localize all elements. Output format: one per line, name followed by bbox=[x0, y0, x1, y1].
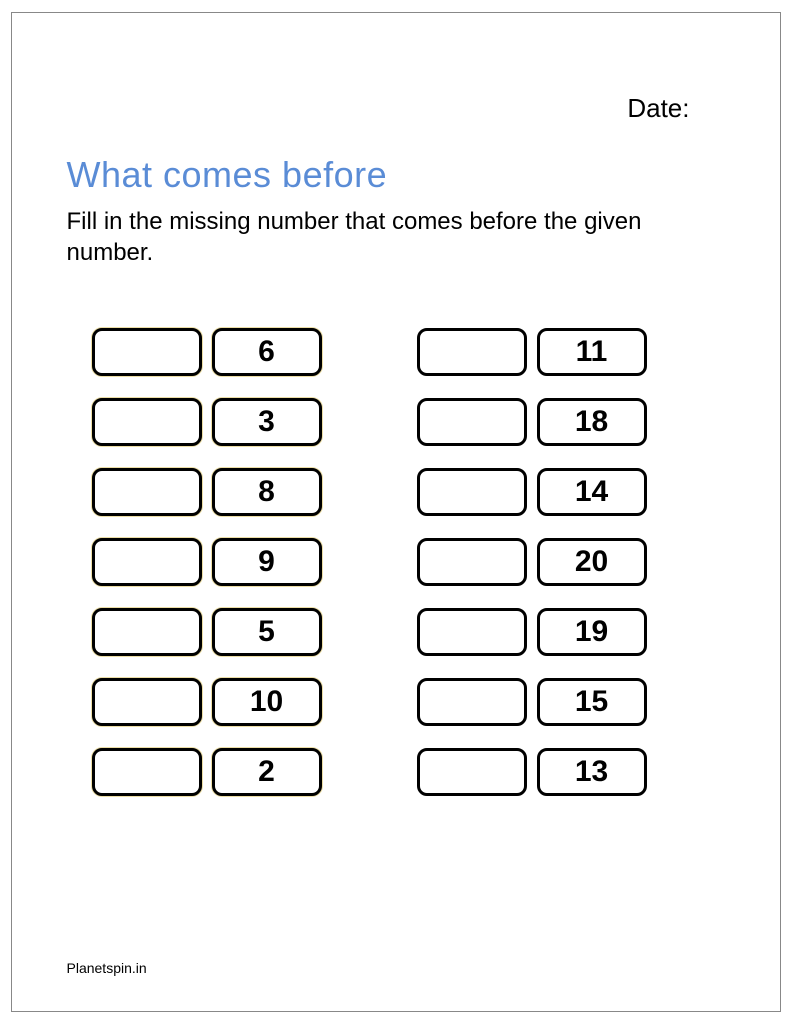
problem-columns: 6 3 8 9 5 10 2 bbox=[67, 328, 725, 796]
page-title: What comes before bbox=[67, 154, 725, 196]
blank-box[interactable] bbox=[417, 748, 527, 796]
blank-box[interactable] bbox=[417, 538, 527, 586]
given-number-box: 10 bbox=[212, 678, 322, 726]
problem-row: 14 bbox=[417, 468, 647, 516]
given-number-box: 14 bbox=[537, 468, 647, 516]
blank-box[interactable] bbox=[92, 608, 202, 656]
left-column: 6 3 8 9 5 10 2 bbox=[92, 328, 322, 796]
blank-box[interactable] bbox=[92, 468, 202, 516]
blank-box[interactable] bbox=[417, 328, 527, 376]
problem-row: 3 bbox=[92, 398, 322, 446]
problem-row: 8 bbox=[92, 468, 322, 516]
given-number-box: 2 bbox=[212, 748, 322, 796]
given-number-box: 13 bbox=[537, 748, 647, 796]
given-number-box: 9 bbox=[212, 538, 322, 586]
footer-credit: Planetspin.in bbox=[67, 960, 147, 976]
blank-box[interactable] bbox=[92, 328, 202, 376]
blank-box[interactable] bbox=[417, 608, 527, 656]
given-number-box: 8 bbox=[212, 468, 322, 516]
given-number-box: 5 bbox=[212, 608, 322, 656]
given-number-box: 3 bbox=[212, 398, 322, 446]
given-number-box: 18 bbox=[537, 398, 647, 446]
problem-row: 10 bbox=[92, 678, 322, 726]
blank-box[interactable] bbox=[92, 678, 202, 726]
problem-row: 2 bbox=[92, 748, 322, 796]
blank-box[interactable] bbox=[92, 538, 202, 586]
blank-box[interactable] bbox=[92, 748, 202, 796]
right-column: 11 18 14 20 19 15 bbox=[417, 328, 647, 796]
problem-row: 15 bbox=[417, 678, 647, 726]
problem-row: 6 bbox=[92, 328, 322, 376]
problem-row: 5 bbox=[92, 608, 322, 656]
instructions-text: Fill in the missing number that comes be… bbox=[67, 206, 687, 268]
blank-box[interactable] bbox=[92, 398, 202, 446]
given-number-box: 19 bbox=[537, 608, 647, 656]
problem-row: 19 bbox=[417, 608, 647, 656]
problem-row: 11 bbox=[417, 328, 647, 376]
problem-row: 20 bbox=[417, 538, 647, 586]
problem-row: 9 bbox=[92, 538, 322, 586]
problem-row: 18 bbox=[417, 398, 647, 446]
worksheet-page: Date: What comes before Fill in the miss… bbox=[11, 12, 781, 1012]
blank-box[interactable] bbox=[417, 468, 527, 516]
given-number-box: 15 bbox=[537, 678, 647, 726]
given-number-box: 6 bbox=[212, 328, 322, 376]
date-label: Date: bbox=[67, 93, 725, 124]
given-number-box: 11 bbox=[537, 328, 647, 376]
blank-box[interactable] bbox=[417, 398, 527, 446]
problem-row: 13 bbox=[417, 748, 647, 796]
blank-box[interactable] bbox=[417, 678, 527, 726]
given-number-box: 20 bbox=[537, 538, 647, 586]
